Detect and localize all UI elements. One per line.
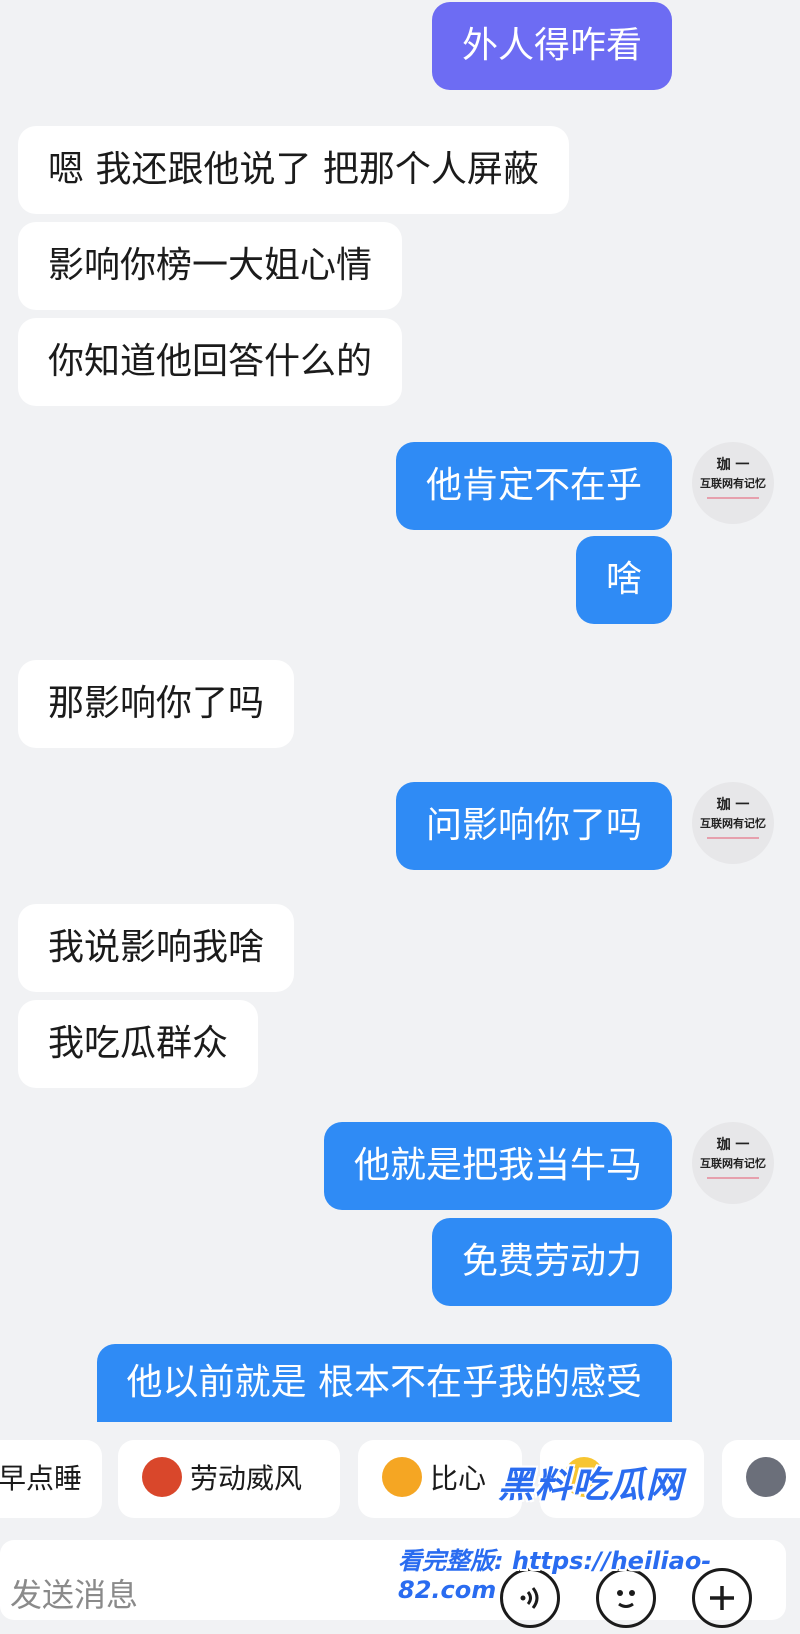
heart-hands-emoji-icon: [382, 1457, 422, 1497]
quick-reply-chip[interactable]: 早点睡: [0, 1440, 102, 1518]
avatar[interactable]: 珈 一 互联网有记忆: [692, 442, 774, 524]
avatar-name: 珈 一: [716, 457, 750, 473]
chat-message-list[interactable]: 外人得咋看 嗯 我还跟他说了 把那个人屏蔽 影响你榜一大姐心情 你知道他回答什么…: [0, 0, 800, 1422]
avatar[interactable]: 珈 一 互联网有记忆: [692, 782, 774, 864]
avatar-decoration: [707, 1177, 759, 1179]
message-bubble-outgoing[interactable]: 啥: [575, 536, 672, 624]
message-bubble-incoming[interactable]: 嗯 我还跟他说了 把那个人屏蔽: [18, 126, 569, 214]
avatar-subtitle: 互联网有记忆: [700, 477, 766, 490]
quick-reply-chip[interactable]: 劳动威风: [118, 1440, 340, 1518]
message-bubble-outgoing[interactable]: 他就是把我当牛马: [323, 1122, 672, 1210]
avatar[interactable]: 珈 一 互联网有记忆: [692, 1122, 774, 1204]
message-bubble-outgoing[interactable]: 他以前就是 根本不在乎我的感受: [96, 1344, 672, 1422]
message-bubble-outgoing[interactable]: 问影响你了吗: [395, 782, 672, 870]
avatar-name: 珈 一: [716, 797, 750, 813]
message-bubble-outgoing[interactable]: 外人得咋看: [431, 2, 672, 90]
quick-reply-label: 劳动威风: [190, 1462, 303, 1495]
avatar-decoration: [707, 497, 759, 499]
message-bubble-incoming[interactable]: 我吃瓜群众: [18, 1000, 259, 1088]
message-input[interactable]: 发送消息: [10, 1570, 138, 1616]
message-bubble-incoming[interactable]: 我说影响我啥: [18, 904, 295, 992]
cat-emoji-icon: [746, 1457, 786, 1497]
avatar-decoration: [707, 837, 759, 839]
quick-reply-label: 比心: [430, 1462, 487, 1495]
avatar-subtitle: 互联网有记忆: [700, 817, 766, 830]
message-bubble-incoming[interactable]: 影响你榜一大姐心情: [18, 222, 403, 310]
quick-reply-label: 早点睡: [0, 1462, 83, 1495]
message-bubble-outgoing[interactable]: 他肯定不在乎: [395, 442, 672, 530]
avatar-subtitle: 互联网有记忆: [700, 1157, 766, 1170]
message-bubble-incoming[interactable]: 你知道他回答什么的: [18, 318, 403, 406]
watermark-logo: 黑料吃瓜网: [498, 1465, 684, 1506]
quick-reply-chip[interactable]: [722, 1440, 800, 1518]
message-bubble-incoming[interactable]: 那影响你了吗: [18, 660, 295, 748]
message-bubble-outgoing[interactable]: 免费劳动力: [431, 1218, 672, 1306]
watermark-url: 看完整版: https://heiliao-82.com: [398, 1547, 712, 1604]
crab-emoji-icon: [142, 1457, 182, 1497]
avatar-name: 珈 一: [716, 1137, 750, 1153]
